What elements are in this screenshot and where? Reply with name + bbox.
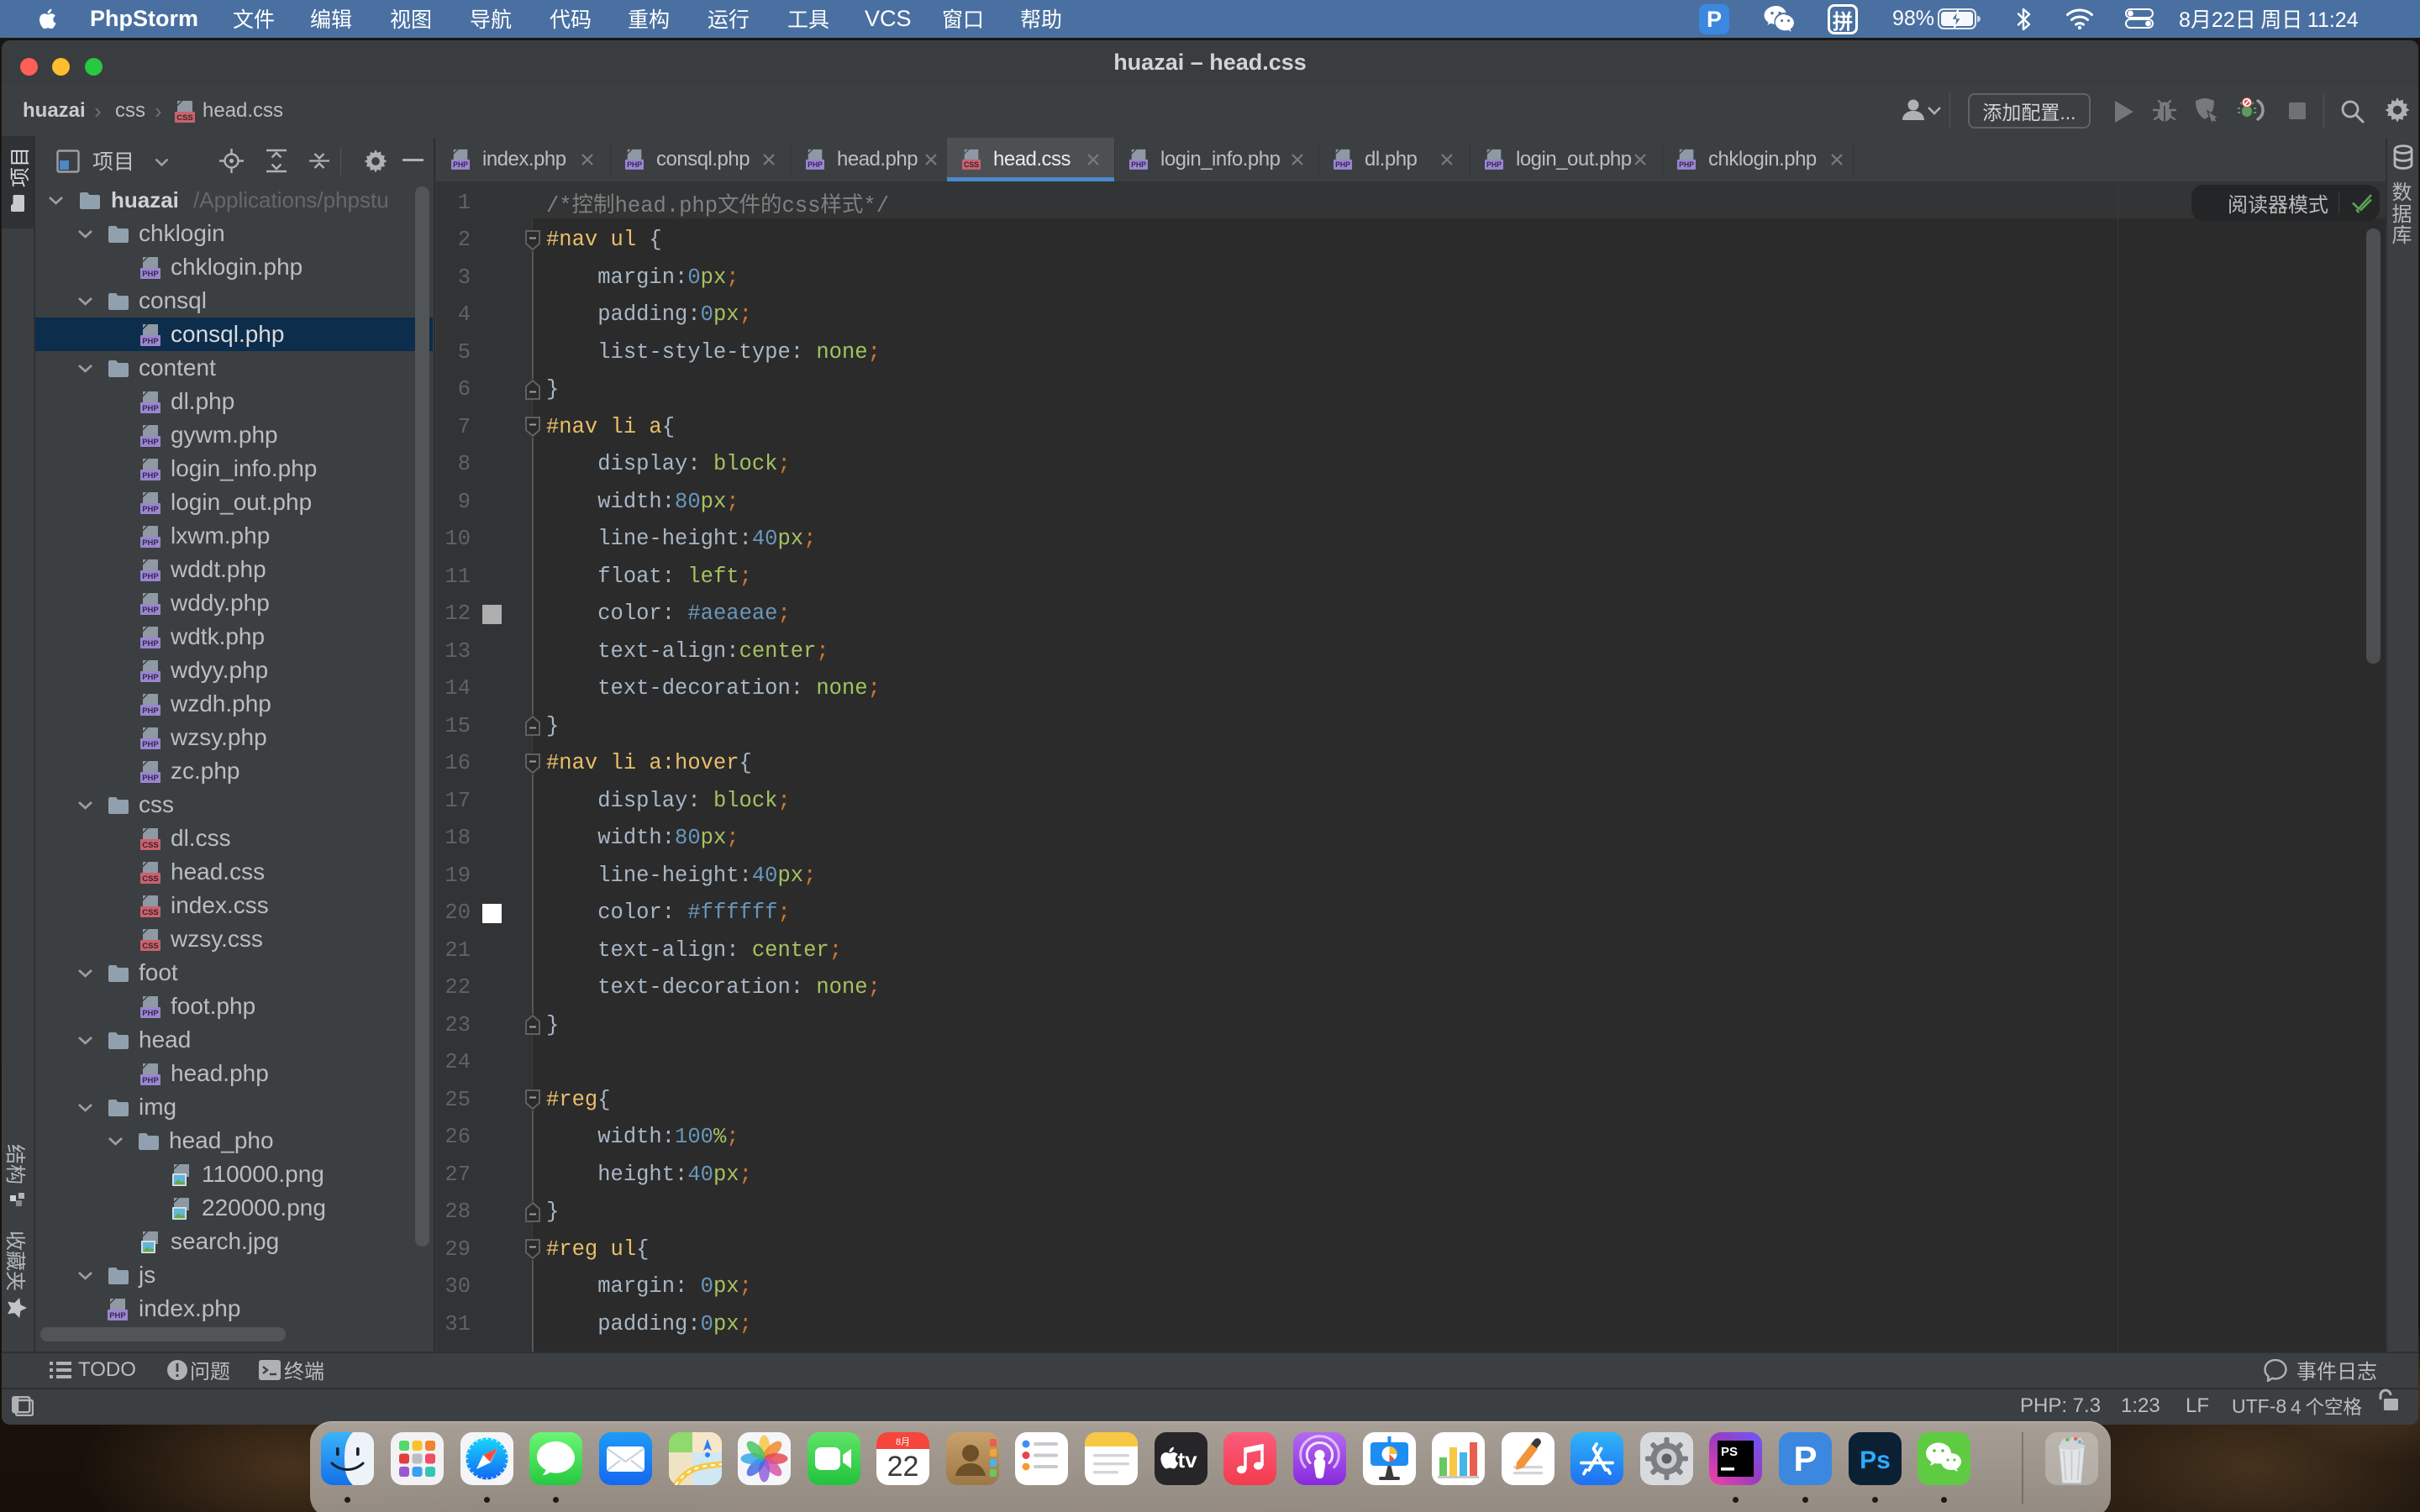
svg-text:PHP: PHP xyxy=(808,160,823,169)
svg-text:PHP: PHP xyxy=(1131,160,1146,169)
svg-text:PHP: PHP xyxy=(1679,160,1694,169)
svg-text:Ps: Ps xyxy=(1860,1446,1891,1474)
svg-text:P: P xyxy=(1793,1439,1817,1478)
svg-text:PHP: PHP xyxy=(1335,160,1350,169)
svg-text:PHP: PHP xyxy=(142,706,159,716)
svg-text:PHP: PHP xyxy=(142,505,159,514)
svg-text:22: 22 xyxy=(887,1451,919,1483)
svg-text:PHP: PHP xyxy=(142,673,159,682)
svg-text:PHP: PHP xyxy=(142,572,159,581)
svg-text:PHP: PHP xyxy=(109,1311,126,1320)
svg-text:PHP: PHP xyxy=(142,606,159,615)
svg-text:PHP: PHP xyxy=(453,160,468,169)
svg-text:PHP: PHP xyxy=(142,1076,159,1085)
svg-text:PHP: PHP xyxy=(142,404,159,413)
svg-text:PHP: PHP xyxy=(142,774,159,783)
svg-text:PHP: PHP xyxy=(142,1009,159,1018)
svg-text:PHP: PHP xyxy=(142,337,159,346)
svg-text:CSS: CSS xyxy=(142,874,159,884)
svg-text:CSS: CSS xyxy=(176,113,193,123)
svg-text:8月: 8月 xyxy=(896,1435,910,1448)
svg-text:PHP: PHP xyxy=(627,160,642,169)
svg-text:PHP: PHP xyxy=(142,639,159,648)
svg-text:PHP: PHP xyxy=(1486,160,1502,169)
svg-text:PHP: PHP xyxy=(142,538,159,548)
svg-text:tv: tv xyxy=(1177,1447,1197,1473)
svg-text:CSS: CSS xyxy=(142,908,159,917)
svg-text:CSS: CSS xyxy=(142,841,159,850)
svg-text:PHP: PHP xyxy=(142,438,159,447)
svg-text:PHP: PHP xyxy=(142,740,159,749)
svg-text:PHP: PHP xyxy=(142,270,159,279)
svg-text:CSS: CSS xyxy=(142,942,159,951)
svg-text:CSS: CSS xyxy=(964,160,979,169)
svg-text:PS: PS xyxy=(1721,1445,1738,1459)
svg-text:PHP: PHP xyxy=(142,471,159,480)
